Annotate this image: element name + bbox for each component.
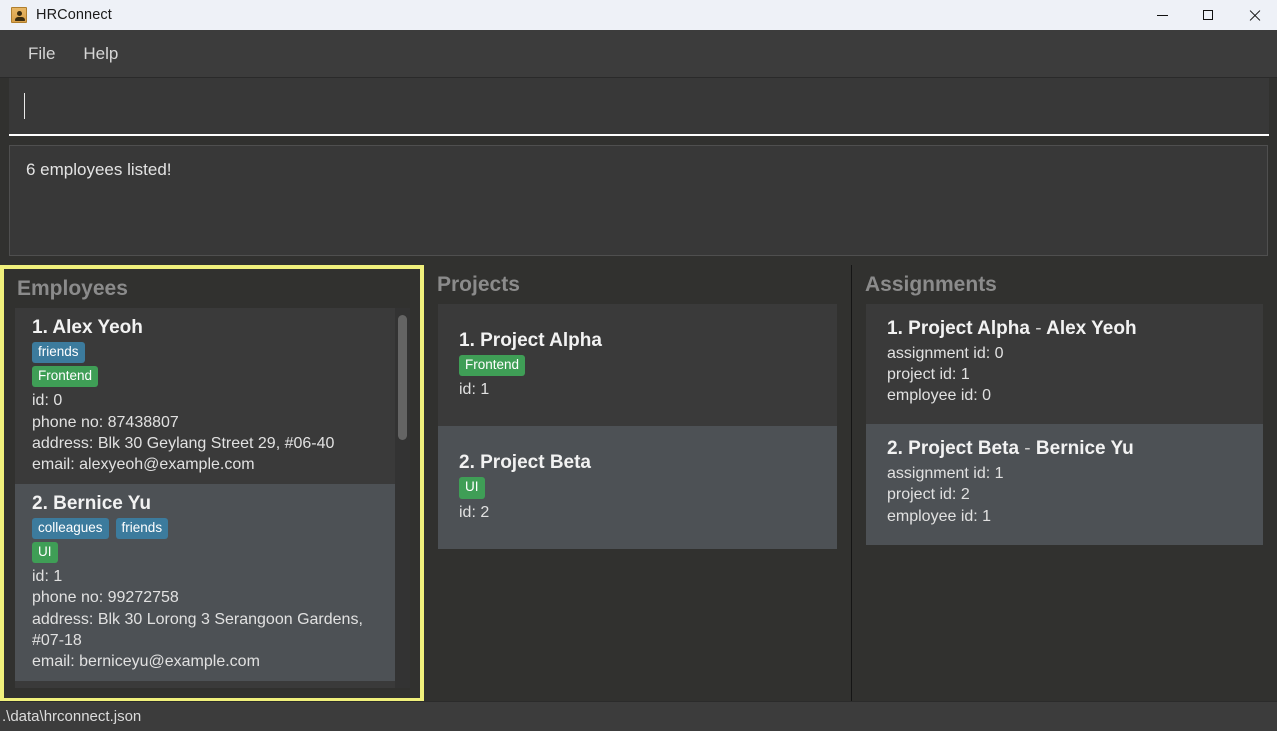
- assignments-panel[interactable]: Assignments 1. Project Alpha - Alex Yeoh…: [852, 265, 1277, 702]
- employee-email: email: alexyeoh@example.com: [32, 455, 255, 473]
- minimize-button[interactable]: [1139, 0, 1185, 30]
- assignment-employee-id: employee id: 1: [887, 507, 992, 525]
- result-message: 6 employees listed!: [26, 160, 172, 179]
- tag[interactable]: friends: [115, 517, 169, 540]
- tag[interactable]: friends: [32, 342, 85, 364]
- tag[interactable]: UI: [32, 542, 58, 564]
- window-title: HRConnect: [36, 7, 112, 23]
- employees-scrollbar[interactable]: [395, 308, 410, 688]
- close-icon: [1248, 9, 1260, 21]
- window-controls: [1139, 0, 1277, 30]
- tag[interactable]: Frontend: [32, 366, 99, 388]
- tag-group: friends: [32, 342, 362, 364]
- minimize-icon: [1156, 14, 1168, 16]
- tag-group: Frontend: [32, 366, 362, 388]
- employee-address: address: Blk 30 Lorong 3 Serangoon Garde…: [32, 610, 363, 649]
- assignment-title: 2. Project Beta - Bernice Yu: [887, 438, 1247, 460]
- project-name: 1. Project Alpha: [459, 330, 602, 351]
- scrollbar-thumb[interactable]: [398, 315, 407, 440]
- menu-item-file[interactable]: File: [14, 40, 69, 68]
- save-location-path: .\data\hrconnect.json: [2, 708, 142, 725]
- assignment-separator: -: [1024, 438, 1031, 460]
- employee-phone: phone no: 87438807: [32, 413, 179, 431]
- projects-panel[interactable]: Projects 1. Project Alpha Frontend id: 1…: [424, 265, 852, 702]
- assignment-index: 1.: [887, 318, 903, 339]
- assignment-employee-id: employee id: 0: [887, 387, 992, 405]
- list-item[interactable]: 2. Project Beta - Bernice Yu assignment …: [866, 424, 1263, 545]
- employees-panel[interactable]: Employees 1. Alex Yeoh friends Frontend …: [0, 265, 424, 702]
- employee-id: id: 1: [32, 568, 63, 586]
- assignment-project: Project Alpha: [908, 318, 1030, 339]
- maximize-icon: [1203, 10, 1213, 20]
- employee-email: email: berniceyu@example.com: [32, 652, 260, 670]
- projects-list[interactable]: 1. Project Alpha Frontend id: 1 2. Proje…: [438, 304, 837, 688]
- status-bar: .\data\hrconnect.json: [0, 701, 1277, 731]
- projects-panel-header: Projects: [437, 273, 520, 296]
- assignment-project: Project Beta: [908, 438, 1020, 460]
- list-item[interactable]: 1. Project Alpha Frontend id: 1: [438, 304, 837, 427]
- list-item[interactable]: 2. Bernice Yu colleagues friends UI id: …: [15, 483, 410, 681]
- project-name: 2. Project Beta: [459, 452, 591, 474]
- assignment-title: 1. Project Alpha - Alex Yeoh: [887, 318, 1247, 340]
- assignment-project-id: project id: 2: [887, 486, 970, 504]
- project-id: id: 1: [459, 381, 490, 399]
- tag[interactable]: UI: [459, 477, 485, 499]
- list-item[interactable]: 2. Project Beta UI id: 2: [438, 426, 837, 549]
- assignment-employee: Bernice Yu: [1035, 438, 1134, 460]
- person-badge-icon: [11, 7, 27, 23]
- assignment-id: assignment id: 0: [887, 345, 1004, 362]
- panels-row: Employees 1. Alex Yeoh friends Frontend …: [0, 265, 1277, 702]
- command-input[interactable]: [9, 78, 1269, 136]
- tag-group: UI: [32, 542, 362, 564]
- employee-name: 1. Alex Yeoh: [32, 317, 143, 338]
- tag[interactable]: Frontend: [459, 355, 526, 377]
- employee-id: id: 0: [32, 392, 63, 410]
- list-item[interactable]: 1. Project Alpha - Alex Yeoh assignment …: [866, 304, 1263, 425]
- result-display: 6 employees listed!: [9, 145, 1268, 256]
- menu-bar: File Help: [0, 30, 1277, 78]
- close-button[interactable]: [1231, 0, 1277, 30]
- assignments-panel-header: Assignments: [865, 273, 997, 296]
- assignments-list[interactable]: 1. Project Alpha - Alex Yeoh assignment …: [866, 304, 1263, 688]
- project-id: id: 2: [459, 503, 490, 521]
- tag-group: Frontend: [459, 355, 789, 377]
- employees-panel-header: Employees: [17, 277, 128, 300]
- assignment-separator: -: [1035, 318, 1042, 339]
- employee-name: 2. Bernice Yu: [32, 492, 151, 514]
- employee-address: address: Blk 30 Geylang Street 29, #06-4…: [32, 434, 335, 452]
- menu-item-help[interactable]: Help: [69, 40, 132, 68]
- maximize-button[interactable]: [1185, 0, 1231, 30]
- text-caret: [24, 93, 25, 119]
- employees-list[interactable]: 1. Alex Yeoh friends Frontend id: 0 phon…: [15, 308, 410, 688]
- list-item[interactable]: 1. Alex Yeoh friends Frontend id: 0 phon…: [15, 308, 410, 484]
- window-titlebar: HRConnect: [0, 0, 1277, 30]
- assignment-employee: Alex Yeoh: [1046, 318, 1137, 339]
- tag-group: colleagues friends: [32, 517, 362, 540]
- tag[interactable]: colleagues: [32, 517, 109, 540]
- assignment-index: 2.: [887, 438, 903, 460]
- employee-phone: phone no: 99272758: [32, 589, 179, 607]
- tag-group: UI: [459, 477, 789, 499]
- assignment-id: assignment id: 1: [887, 465, 1004, 483]
- assignment-project-id: project id: 1: [887, 366, 970, 384]
